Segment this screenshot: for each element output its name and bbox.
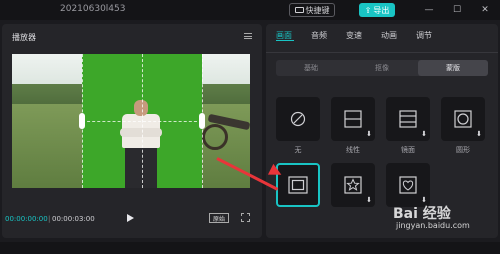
total-time: 00:00:03:00 <box>52 215 95 223</box>
player-title: 播放器 <box>12 33 36 42</box>
rectangle-mask-icon <box>288 176 308 194</box>
mask-mirror-label: 镜面 <box>401 146 415 154</box>
download-icon: ⬇ <box>366 196 372 204</box>
person-arms <box>120 128 162 137</box>
person-head <box>134 100 148 116</box>
mask-star-tile[interactable]: ⬇ <box>331 163 375 207</box>
play-icon[interactable] <box>127 214 134 222</box>
download-icon: ⬇ <box>366 130 372 138</box>
maximize-icon[interactable]: ☐ <box>450 3 464 17</box>
mask-heart-tile[interactable]: ⬇ <box>386 163 430 207</box>
star-mask-icon <box>344 176 362 194</box>
download-icon: ⬇ <box>421 130 427 138</box>
cannon-wheel <box>202 124 228 150</box>
minimize-icon[interactable]: — <box>422 3 436 17</box>
subtab-basic[interactable]: 基础 <box>276 60 346 76</box>
export-icon: ⇪ <box>364 5 372 15</box>
aspect-ratio-button[interactable]: 原始 <box>209 213 229 223</box>
export-button[interactable]: ⇪ 导出 <box>359 3 395 17</box>
title-bar: 20210630l453 快捷键 ⇪ 导出 — ☐ ✕ <box>0 0 500 20</box>
time-separator: | <box>48 215 51 223</box>
subtab-mask[interactable]: 蒙版 <box>418 60 488 76</box>
current-time: 00:00:00:00 <box>5 215 48 223</box>
close-icon[interactable]: ✕ <box>478 3 492 17</box>
mask-none-tile[interactable] <box>276 97 320 141</box>
mask-linear-label: 线性 <box>346 146 360 154</box>
menu-icon[interactable] <box>244 33 252 39</box>
tab-divider <box>266 52 498 53</box>
tab-adjust[interactable]: 调节 <box>416 30 432 41</box>
tab-speed[interactable]: 变速 <box>346 30 362 41</box>
video-preview[interactable] <box>12 54 250 188</box>
shortcut-label: 快捷键 <box>305 5 330 15</box>
property-tabs: 画面 音频 变速 动画 调节 <box>266 30 498 44</box>
circle-mask-icon <box>454 110 472 128</box>
properties-panel: 画面 音频 变速 动画 调节 基础 抠像 蒙版 无 ⬇ 线性 ⬇ 镜面 ⬇ 圆形… <box>266 24 498 238</box>
mask-circle-label: 圆形 <box>456 146 470 154</box>
subtab-keying[interactable]: 抠像 <box>347 60 417 76</box>
mask-none-label: 无 <box>294 146 302 154</box>
watermark-brand: Bai 经验 <box>393 206 451 222</box>
active-tab-indicator <box>276 40 294 41</box>
fullscreen-icon[interactable] <box>241 213 250 222</box>
heart-mask-icon <box>399 176 417 194</box>
mask-mirror-tile[interactable]: ⬇ <box>386 97 430 141</box>
mask-handle-left[interactable] <box>79 113 85 129</box>
project-name: 20210630l453 <box>60 4 126 14</box>
export-label: 导出 <box>373 5 390 15</box>
mask-linear-tile[interactable]: ⬇ <box>331 97 375 141</box>
person-legs <box>125 148 157 188</box>
timeline-strip <box>0 242 500 254</box>
mask-handle-right[interactable] <box>199 113 205 129</box>
mask-circle-tile[interactable]: ⬇ <box>441 97 485 141</box>
no-mask-icon <box>290 111 306 127</box>
mask-guide-horizontal <box>82 121 202 122</box>
download-icon: ⬇ <box>476 130 482 138</box>
keyboard-icon <box>294 7 304 13</box>
mirror-mask-icon <box>399 110 417 128</box>
tab-audio[interactable]: 音频 <box>311 30 327 41</box>
linear-mask-icon <box>344 110 362 128</box>
picture-subtabs: 基础 抠像 蒙版 <box>276 60 488 76</box>
shortcut-button[interactable]: 快捷键 <box>289 3 335 17</box>
tab-animation[interactable]: 动画 <box>381 30 397 41</box>
watermark-url: jingyan.baidu.com <box>396 221 470 230</box>
